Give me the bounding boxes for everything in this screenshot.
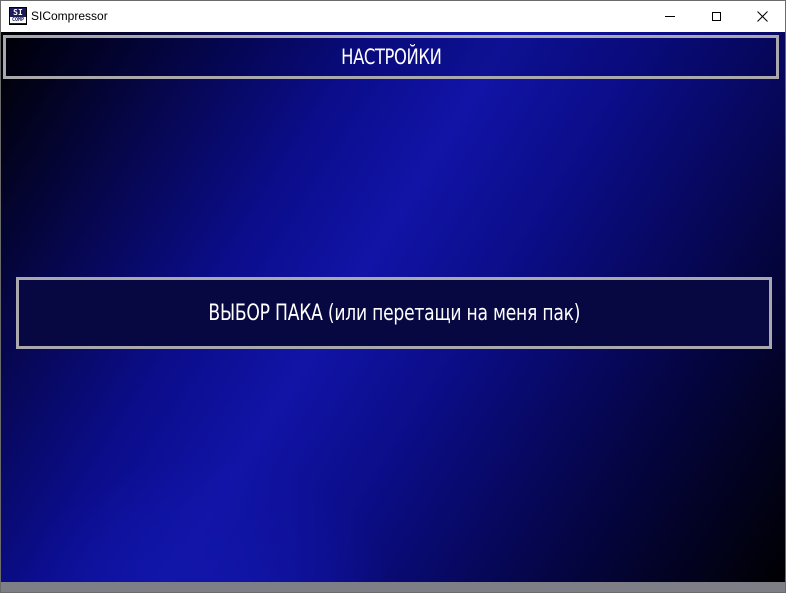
maximize-button[interactable] [693, 1, 739, 32]
app-window: SI COMP SICompressor НАСТРОЙКИ ВЫБОР ПАК… [0, 0, 786, 593]
page-title: НАСТРОЙКИ [340, 45, 442, 69]
app-icon-text-top: SI [13, 8, 23, 17]
title-bar[interactable]: SI COMP SICompressor [1, 1, 785, 32]
minimize-button[interactable] [647, 1, 693, 32]
main-area: НАСТРОЙКИ ВЫБОР ПАКА (или перетащи на ме… [1, 32, 785, 592]
minimize-icon [665, 16, 675, 17]
select-pack-button[interactable]: ВЫБОР ПАКА (или перетащи на меня пак) [16, 277, 772, 349]
maximize-icon [711, 12, 721, 21]
window-title: SICompressor [31, 9, 108, 23]
app-icon: SI COMP [9, 7, 27, 25]
close-button[interactable] [739, 1, 785, 32]
settings-header-button[interactable]: НАСТРОЙКИ [3, 35, 779, 79]
select-pack-label: ВЫБОР ПАКА (или перетащи на меня пак) [208, 300, 580, 326]
app-icon-text-bottom: COMP [10, 17, 26, 23]
bottom-status-bar [1, 582, 785, 592]
close-icon [756, 11, 768, 22]
